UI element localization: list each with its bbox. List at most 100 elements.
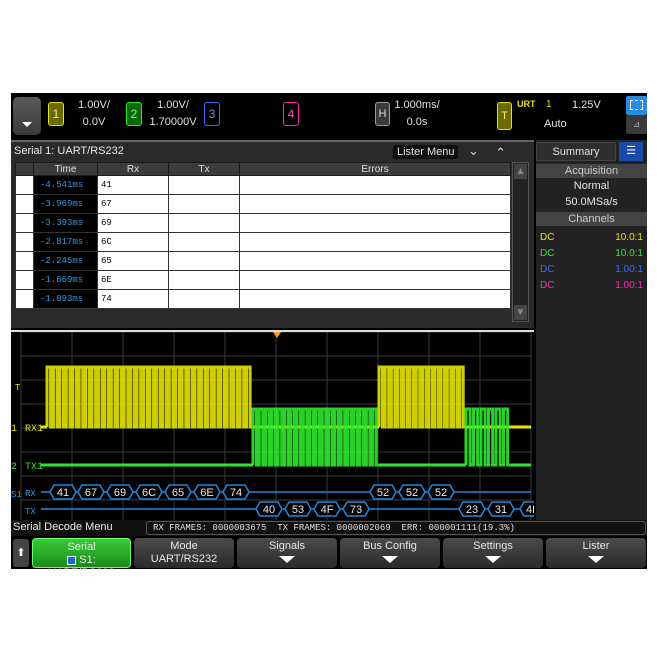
table-row[interactable]: -2.245ms 65 — [15, 251, 511, 271]
softkey-serial-label: Serial — [67, 541, 96, 553]
decode-value: 4F — [321, 504, 334, 516]
tx-frames-label: TX FRAMES: — [277, 523, 332, 533]
trigger-type: URT — [517, 99, 536, 109]
tx-cell — [168, 232, 240, 252]
channel-3-button[interactable]: 3 — [204, 102, 220, 126]
softkey-serial[interactable]: Serial S1: UART/RS232 — [32, 538, 131, 569]
rx-trace-burst — [45, 365, 253, 429]
softkey-serial-value: S1: UART/RS232 — [48, 554, 114, 569]
trigger-mode: Auto — [544, 118, 567, 130]
softkey-signals[interactable]: Signals — [237, 538, 337, 568]
measure-button[interactable]: ⊿ — [626, 115, 647, 134]
lister-scrollbar[interactable]: ▲ ▼ — [512, 162, 529, 322]
col-header-errors[interactable]: Errors — [239, 162, 511, 176]
table-row[interactable]: -3.393ms 69 — [15, 213, 511, 233]
waveform-svg: T 1 RX1 2 TX1 S1 RX TX 41 67 69 6C 65 6E 74 52 52 52 40 53 4… — [11, 332, 534, 520]
errors-cell — [239, 194, 511, 214]
trigger-source: 1 — [546, 99, 552, 110]
decode-value: 69 — [114, 487, 126, 499]
coupling: DC — [540, 232, 555, 243]
decode-value: 6E — [200, 487, 213, 499]
table-row[interactable]: -1.093ms 74 — [15, 289, 511, 309]
decode-value: 23 — [466, 504, 478, 516]
rx-cell: 69 — [97, 213, 169, 233]
tx-frames-value: 0000002069 — [336, 523, 391, 533]
rx-trace-label: RX1 — [25, 424, 43, 435]
sample-rate: 50.0MSa/s — [565, 196, 618, 208]
softkey-mode-label: Mode — [170, 540, 198, 552]
channel-4-button[interactable]: 4 — [283, 102, 299, 126]
coupling: DC — [540, 248, 555, 259]
bus-tx-label: TX — [25, 507, 36, 517]
expand-up-icon[interactable]: ⌃ — [495, 145, 506, 161]
err-label: ERR: — [401, 523, 424, 533]
list-icon[interactable]: ☰ — [619, 142, 643, 161]
waveform-display[interactable]: T 1 RX1 2 TX1 S1 RX TX 41 67 69 6C 65 6E 74 52 52 52 40 53 4… — [11, 330, 534, 520]
rx-cell: 74 — [97, 289, 169, 309]
zoom-select-button[interactable] — [626, 96, 647, 115]
scroll-down-icon[interactable]: ▼ — [514, 305, 527, 320]
trigger-button[interactable]: T — [497, 102, 512, 130]
softkey-lister[interactable]: Lister — [546, 538, 646, 568]
collapse-down-icon[interactable]: ⌄ — [468, 143, 479, 159]
checkbox-icon — [67, 555, 77, 565]
channel-summary-row: DC 10.0:1 — [540, 248, 643, 259]
table-row[interactable]: -1.669ms 6E — [15, 270, 511, 290]
channel-2-button[interactable]: 2 — [126, 102, 142, 126]
decode-value: 6C — [142, 487, 156, 499]
timebase: 1.000ms/ — [394, 99, 440, 111]
tx-cell — [168, 213, 240, 233]
menu-toggle-button[interactable] — [13, 97, 41, 135]
decode-value: 31 — [495, 504, 507, 516]
decode-value: 52 — [377, 487, 389, 499]
row-select-cell — [15, 270, 34, 290]
channel-summary-row: DC 1.00:1 — [540, 280, 643, 291]
col-header-time[interactable]: Time — [33, 162, 98, 176]
channel-1-settings[interactable]: 1.00V/ 0.0V — [69, 97, 119, 131]
row-select-cell — [15, 194, 34, 214]
channel-summary-row: DC 10.0:1 — [540, 232, 643, 243]
tx-trace-burst — [464, 407, 511, 467]
err-value: 000001111(19.3%) — [428, 523, 515, 533]
back-button[interactable]: ⬆ — [13, 539, 29, 567]
col-header-tx[interactable]: Tx — [168, 162, 240, 176]
bus-rx-label: RX — [25, 489, 36, 499]
col-header-select — [15, 162, 34, 176]
decode-value: 73 — [350, 504, 362, 516]
coupling: DC — [540, 264, 555, 275]
oscilloscope-screen: 1 1.00V/ 0.0V 2 1.00V/ 1.70000V 3 4 H 1.… — [11, 93, 647, 569]
errors-cell — [239, 175, 511, 195]
summary-tab[interactable]: Summary — [536, 142, 616, 161]
decode-value: 40 — [263, 504, 275, 516]
errors-cell — [239, 213, 511, 233]
coupling: DC — [540, 280, 555, 291]
col-header-rx[interactable]: Rx — [97, 162, 169, 176]
channel-1-button[interactable]: 1 — [48, 102, 64, 126]
softkey-signals-label: Signals — [268, 540, 306, 552]
arrow-down-icon — [279, 556, 295, 563]
softkey-mode[interactable]: Mode UART/RS232 — [134, 538, 234, 568]
horizontal-button[interactable]: H — [375, 102, 390, 126]
lister-menu-button[interactable]: Lister Menu — [393, 145, 459, 159]
table-row[interactable]: -2.817ms 6C — [15, 232, 511, 252]
chevron-down-icon — [22, 122, 32, 127]
table-row[interactable]: -4.541ms 41 — [15, 175, 511, 195]
rx-cell: 65 — [97, 251, 169, 271]
channel-summary-row: DC 1.00:1 — [540, 264, 643, 275]
lister-title: Serial 1: UART/RS232 — [14, 145, 124, 157]
channel-2-settings[interactable]: 1.00V/ 1.70000V — [145, 97, 201, 131]
decode-value: 65 — [172, 487, 184, 499]
table-row[interactable]: -3.969ms 67 — [15, 194, 511, 214]
softkey-bus-config[interactable]: Bus Config — [340, 538, 440, 568]
time-cell: -3.969ms — [33, 194, 98, 214]
horizontal-settings[interactable]: 1.000ms/ 0.0s — [392, 97, 442, 131]
tx-cell — [168, 194, 240, 214]
trigger-level: 1.25V — [572, 99, 601, 111]
time-cell: -3.393ms — [33, 213, 98, 233]
tx-trace-label: TX1 — [25, 462, 43, 473]
scroll-up-icon[interactable]: ▲ — [514, 164, 527, 179]
status-bar: Serial Decode Menu RX FRAMES: 0000003675… — [11, 520, 647, 536]
summary-panel: Summary ☰ Acquisition Normal 50.0MSa/s C… — [536, 140, 647, 520]
softkey-settings[interactable]: Settings — [443, 538, 543, 568]
time-delay: 0.0s — [406, 116, 428, 128]
